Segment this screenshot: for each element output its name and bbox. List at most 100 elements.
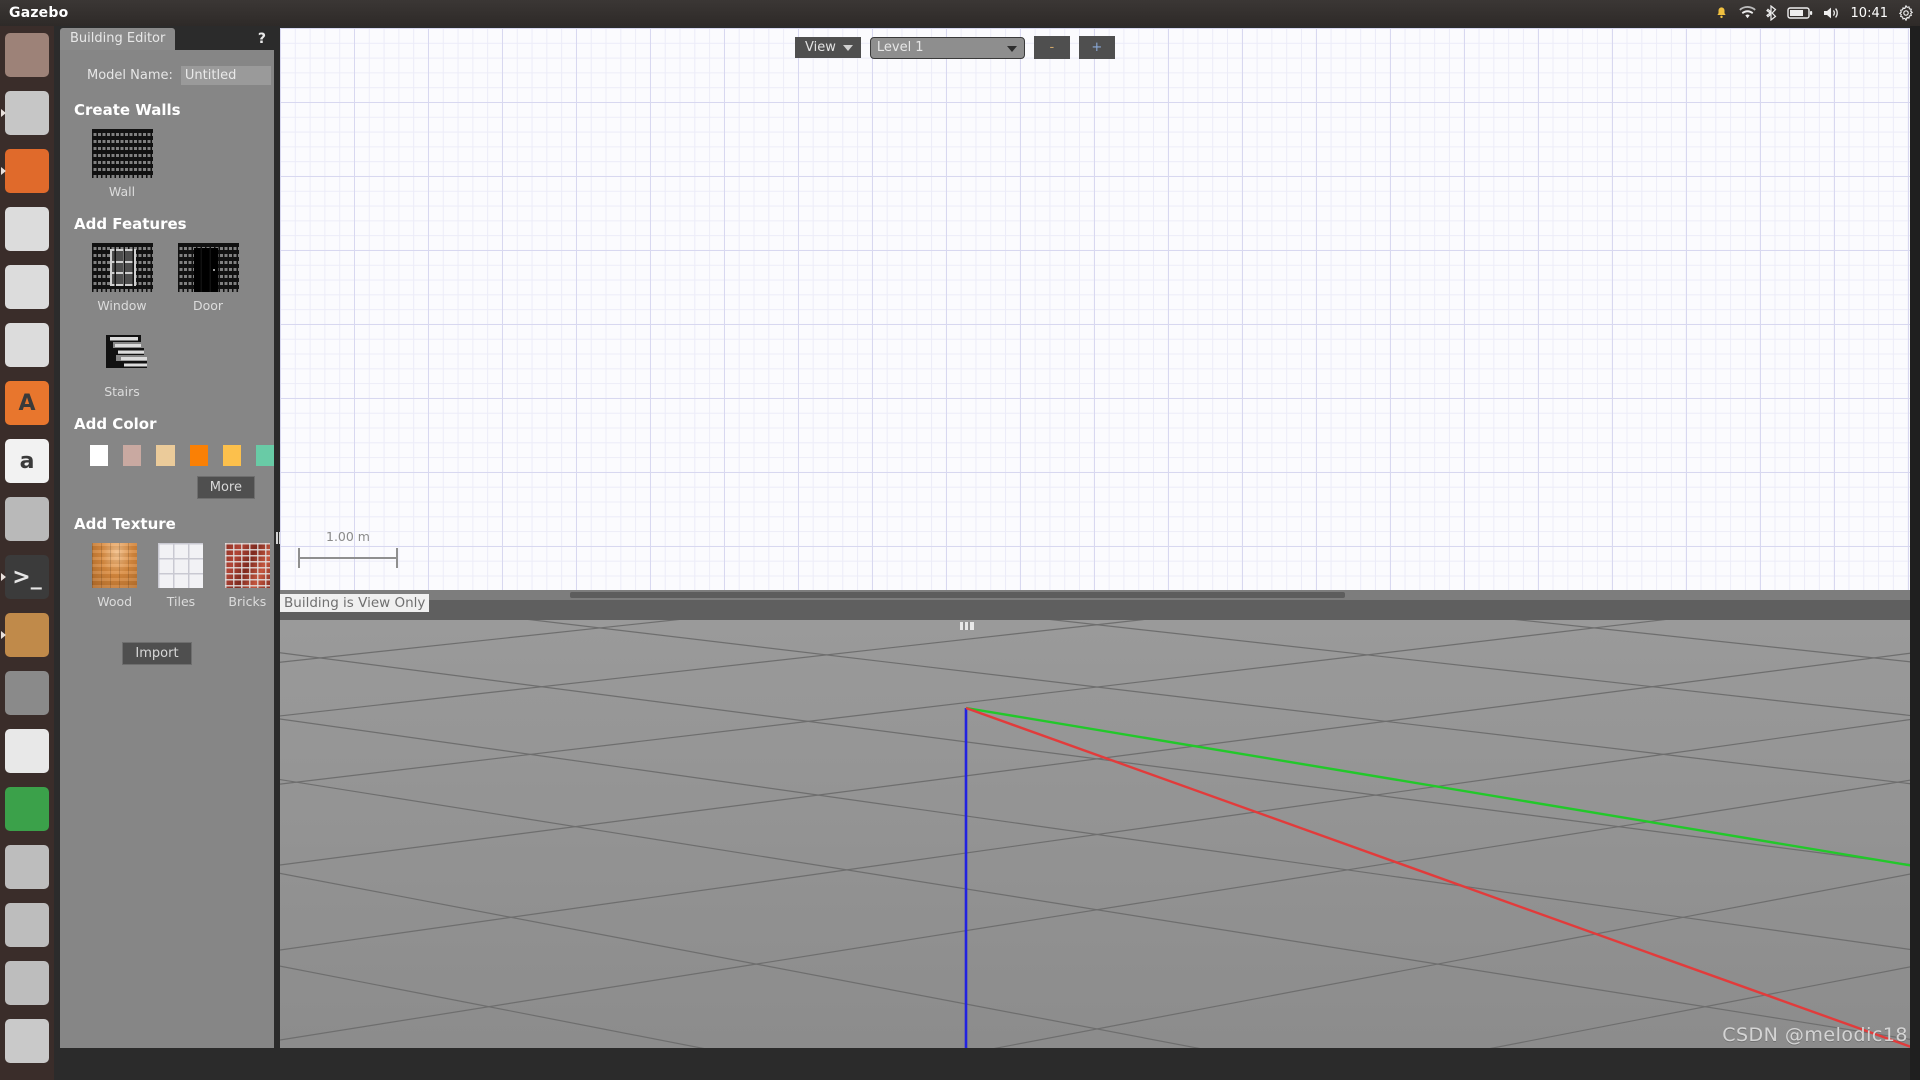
window-tile-label: Window	[97, 298, 147, 313]
scale-bar-graphic	[298, 548, 398, 568]
add-level-button[interactable]: +	[1078, 36, 1115, 59]
launcher-item-ubuntu-software[interactable]: A	[0, 374, 54, 432]
gazebo-window: Building Editor ? Model Name: Create Wal…	[54, 26, 1920, 1080]
launcher-item-disk-2[interactable]	[0, 896, 54, 954]
launcher-item-disk-1[interactable]	[0, 838, 54, 896]
model-name-input[interactable]	[180, 66, 271, 85]
tab-building-editor[interactable]: Building Editor	[60, 28, 176, 50]
building-editor-palette: Building Editor ? Model Name: Create Wal…	[60, 28, 275, 1048]
gazebo-3d-view[interactable]: CSDN @melodic18	[280, 620, 1914, 1048]
color-swatch-2[interactable]	[156, 445, 175, 466]
window-tile[interactable]: Window	[90, 243, 154, 313]
amazon-icon: a	[5, 439, 49, 483]
palette-tabstrip: Building Editor ?	[60, 28, 274, 50]
tiles-texture-icon	[158, 543, 204, 588]
unity-top-panel: Gazebo 10:41	[0, 0, 1920, 26]
view-splitter[interactable]	[280, 600, 1914, 620]
launcher-item-terminal[interactable]: >_	[0, 548, 54, 606]
status-badge-view-only: Building is View Only	[280, 594, 430, 612]
model-name-label: Model Name:	[87, 68, 173, 83]
wifi-icon[interactable]	[1738, 0, 1756, 26]
color-swatch-5[interactable]	[255, 445, 275, 466]
bell-icon[interactable]	[1714, 0, 1729, 26]
level-select-value: Level 1	[876, 40, 924, 55]
disk-3-icon	[5, 961, 49, 1005]
launcher-item-screenshot-tool[interactable]	[0, 664, 54, 722]
section-title-add-texture: Add Texture	[74, 515, 176, 533]
bricks-texture-tile[interactable]: Bricks	[221, 543, 274, 609]
launcher-item-libreoffice-calc[interactable]	[0, 258, 54, 316]
scale-bar: 1.00 m	[298, 529, 398, 568]
more-colors-row: More	[60, 476, 274, 499]
launcher-item-files[interactable]	[0, 84, 54, 142]
remove-level-button[interactable]: -	[1033, 36, 1070, 59]
trash-icon	[5, 1019, 49, 1063]
create-walls-tiles: Wall	[60, 129, 274, 199]
section-title-create-walls: Create Walls	[74, 101, 181, 119]
door-tile[interactable]: Door	[176, 243, 240, 313]
launcher-item-libreoffice-impress[interactable]	[0, 316, 54, 374]
wall-icon	[91, 129, 153, 178]
color-swatch-4[interactable]	[222, 445, 241, 466]
video-player-icon	[5, 787, 49, 831]
screenshot-tool-icon	[5, 671, 49, 715]
stairs-tile[interactable]: Stairs	[90, 329, 154, 399]
qq-icon	[5, 729, 49, 773]
tiles-texture-tile[interactable]: Tiles	[154, 543, 207, 609]
libreoffice-impress-icon	[5, 323, 49, 367]
launcher-item-system-settings[interactable]	[0, 490, 54, 548]
firefox-icon	[5, 149, 49, 193]
color-swatches	[60, 445, 275, 466]
libreoffice-writer-icon	[5, 207, 49, 251]
chevron-down-icon	[842, 44, 853, 51]
import-texture-button[interactable]: Import	[122, 642, 192, 665]
window-glass	[109, 249, 136, 286]
launcher-item-ubuntu-dash[interactable]	[0, 26, 54, 84]
2d-view-hscrollbar[interactable]	[280, 590, 1914, 600]
wall-tile-label: Wall	[108, 184, 136, 199]
launcher-item-video-player[interactable]	[0, 780, 54, 838]
bricks-tile-label: Bricks	[228, 594, 267, 609]
launcher-item-qq[interactable]	[0, 722, 54, 780]
wall-tile[interactable]: Wall	[90, 129, 154, 199]
launcher-item-amazon[interactable]: a	[0, 432, 54, 490]
bricks-texture-icon	[224, 543, 270, 588]
3d-scene	[280, 620, 1914, 1048]
launcher-item-disk-3[interactable]	[0, 954, 54, 1012]
screen: Gazebo 10:41 Aa >_ Building Editor ? Mod…	[0, 0, 1920, 1080]
scale-bar-label: 1.00 m	[326, 529, 370, 544]
level-select[interactable]: Level 1	[869, 36, 1025, 59]
door-knob	[212, 269, 215, 271]
color-swatch-1[interactable]	[123, 445, 142, 466]
right-rail	[1910, 26, 1920, 1080]
building-2d-view[interactable]: View Level 1 - + 1.00 m	[280, 28, 1914, 600]
stairs-icon	[92, 329, 153, 378]
app-menu-title[interactable]: Gazebo	[9, 5, 68, 21]
view-menu-button[interactable]: View	[795, 37, 861, 58]
volume-icon[interactable]	[1823, 0, 1841, 26]
wood-texture-tile[interactable]: Wood	[88, 543, 141, 609]
launcher-item-gazebo[interactable]	[0, 606, 54, 664]
launcher-item-firefox[interactable]	[0, 142, 54, 200]
launcher-item-trash[interactable]	[0, 1012, 54, 1070]
watermark: CSDN @melodic18	[1722, 1024, 1908, 1046]
color-swatch-3[interactable]	[189, 445, 208, 466]
bluetooth-icon[interactable]	[1765, 0, 1777, 26]
system-settings-icon	[5, 497, 49, 541]
gear-icon[interactable]	[1898, 0, 1914, 26]
tiles-tile-label: Tiles	[166, 594, 196, 609]
running-indicator	[1, 109, 6, 117]
stairs-tile-label: Stairs	[104, 384, 140, 399]
launcher-item-libreoffice-writer[interactable]	[0, 200, 54, 258]
clock[interactable]: 10:41	[1851, 6, 1888, 21]
wood-tile-label: Wood	[97, 594, 133, 609]
help-icon[interactable]: ?	[258, 31, 266, 47]
color-swatch-0[interactable]	[90, 445, 109, 466]
view-menu-label: View	[805, 40, 836, 55]
model-name-row: Model Name:	[60, 50, 274, 85]
section-title-add-color: Add Color	[74, 415, 157, 433]
terminal-icon: >_	[5, 555, 49, 599]
more-colors-button[interactable]: More	[196, 476, 255, 499]
gazebo-bottom-bar	[54, 1048, 1920, 1080]
battery-icon[interactable]	[1786, 0, 1813, 26]
